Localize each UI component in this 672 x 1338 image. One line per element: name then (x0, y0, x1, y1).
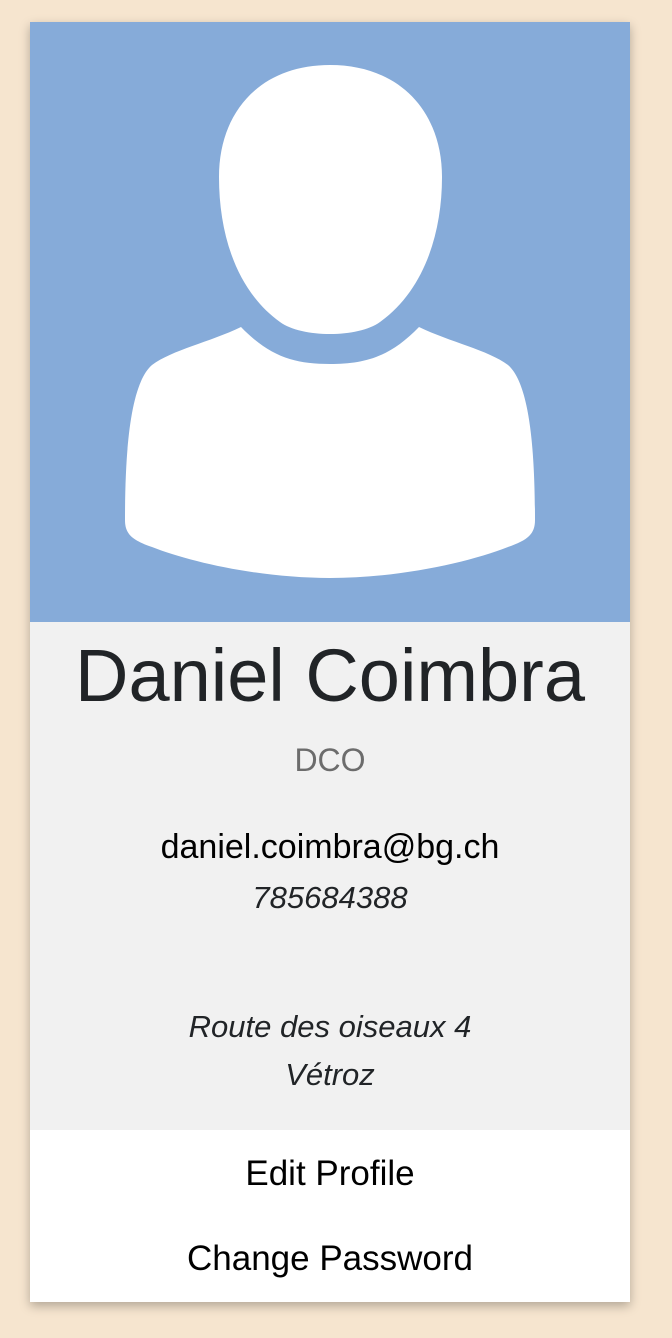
user-silhouette-icon (125, 65, 535, 578)
avatar (30, 22, 630, 622)
profile-address-city: Vétroz (285, 1057, 375, 1092)
profile-card: Daniel Coimbra DCO daniel.coimbra@bg.ch … (30, 22, 630, 1302)
change-password-link[interactable]: Change Password (30, 1241, 630, 1276)
profile-name: Daniel Coimbra (75, 634, 585, 717)
profile-email: daniel.coimbra@bg.ch (160, 828, 500, 866)
edit-profile-link[interactable]: Edit Profile (30, 1156, 630, 1191)
profile-phone: 785684388 (252, 880, 408, 915)
profile-address-street: Route des oiseaux 4 (188, 1009, 472, 1044)
profile-initials: DCO (294, 742, 366, 778)
profile-info: Daniel Coimbra DCO daniel.coimbra@bg.ch … (30, 622, 630, 1130)
